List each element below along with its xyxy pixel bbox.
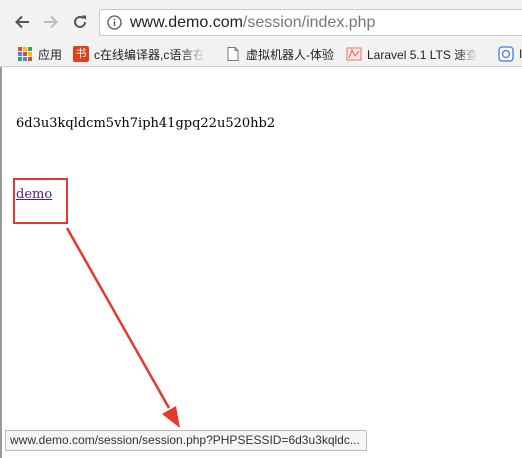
status-bubble: www.demo.com/session/session.php?PHPSESS… [5,430,367,451]
annotation-arrow [65,227,180,428]
